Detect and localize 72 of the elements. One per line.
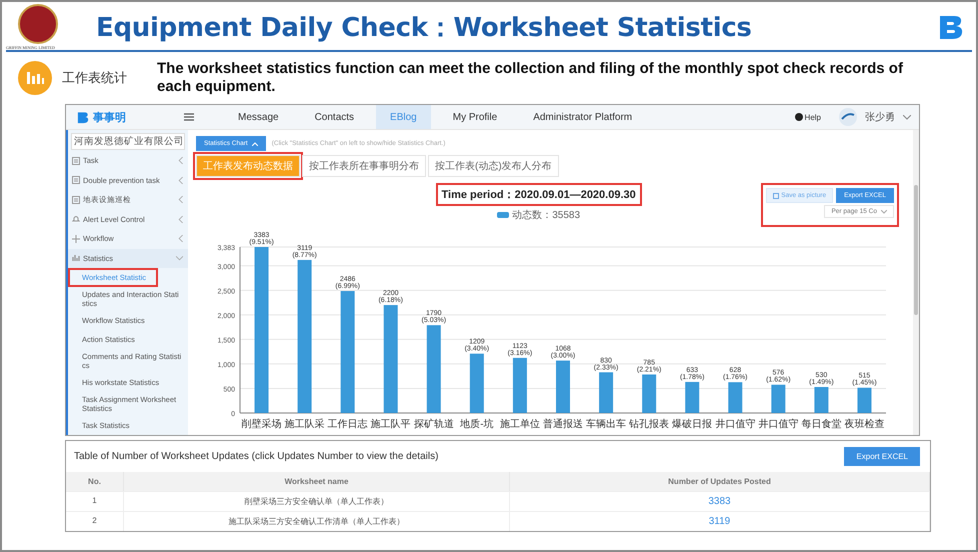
x-category-label: 普通报送	[543, 419, 583, 430]
time-period-title: Time period：2020.09.01—2020.09.30	[436, 183, 642, 206]
chevron-left-icon	[178, 157, 183, 164]
bar-chart-icon	[72, 254, 80, 262]
chart-tab[interactable]: 按工作表所在事事明分布	[302, 155, 426, 177]
chevron-left-icon	[178, 235, 183, 242]
table-cell: 2	[66, 511, 124, 531]
chevron-left-icon	[178, 176, 183, 184]
x-category-label: 施工单位	[500, 419, 540, 430]
table-title: Table of Number of Worksheet Updates (click Updates Number to view the details)	[74, 451, 438, 462]
nav-tab[interactable]: Administrator Platform	[519, 105, 646, 129]
nav-tab[interactable]: Message	[224, 105, 293, 129]
document-icon	[72, 156, 80, 165]
help-link[interactable]: Help	[794, 112, 821, 122]
company-select[interactable]: 河南发恩德矿业有限公司	[71, 133, 185, 150]
table-cell: 削壁采场三方安全确认单（单人工作表）	[124, 491, 510, 511]
column-header: Number of Updates Posted	[510, 472, 930, 491]
bar	[599, 372, 614, 413]
chart-legend: 动态数：35583	[497, 208, 580, 222]
x-category-label: 井口值守	[715, 419, 756, 430]
plus-icon	[72, 234, 80, 243]
x-category-label: 地质-坑	[460, 419, 494, 430]
scrollbar[interactable]	[913, 130, 919, 435]
bar	[556, 360, 570, 413]
company-logo-icon	[18, 4, 58, 44]
x-category-label: 工作日志	[328, 419, 368, 430]
bar-chart-icon	[18, 61, 52, 95]
x-category-label: 钻孔报表	[629, 419, 670, 430]
image-icon	[773, 192, 780, 198]
bar	[470, 354, 484, 413]
nav-tab[interactable]: Contacts	[300, 105, 368, 129]
updates-count-link[interactable]: 3383	[708, 496, 731, 507]
x-category-label: 施工队平	[370, 419, 411, 430]
user-name[interactable]: 张少勇	[865, 110, 895, 124]
section-label: 工作表统计	[62, 69, 127, 87]
slide-title: Equipment Daily Check：Worksheet Statistics	[96, 12, 753, 44]
help-icon	[794, 113, 803, 121]
chevron-down-icon	[176, 256, 183, 261]
chevron-down-icon[interactable]	[903, 114, 911, 120]
x-category-label: 车辆出车	[586, 419, 626, 430]
document-icon	[72, 196, 80, 204]
nav-tab[interactable]: My Profile	[438, 105, 512, 129]
x-category-label: 探矿轨道	[414, 419, 454, 430]
menu-icon[interactable]	[184, 113, 194, 121]
chevron-left-icon	[178, 196, 183, 204]
bar	[814, 387, 828, 413]
description-text: The worksheet statistics function can meet the collection and filing of the monthly spot check records of each equipment.	[157, 60, 904, 96]
chevron-up-icon	[252, 142, 258, 146]
table-cell: 1	[66, 491, 124, 511]
chart-tab[interactable]: 按工作表(动态)发布人分布	[428, 155, 559, 177]
bar	[685, 382, 700, 413]
x-category-label: 井口值守	[758, 419, 798, 430]
bar	[512, 358, 527, 413]
brand-name: 事事明	[93, 110, 126, 124]
bar	[728, 382, 742, 413]
chevron-down-icon	[881, 210, 887, 214]
column-header: Worksheet name	[124, 472, 510, 491]
x-category-label: 夜班检查	[844, 419, 884, 430]
table-cell: 施工队采场三方安全确认工作清单（单人工作表）	[124, 511, 510, 531]
avatar-icon[interactable]	[839, 108, 857, 126]
document-icon	[72, 176, 80, 184]
chevron-left-icon	[178, 216, 183, 223]
bell-icon	[72, 215, 80, 224]
x-category-label: 施工队采	[284, 419, 325, 430]
x-category-label: 爆破日报	[672, 419, 712, 430]
x-category-label: 削壁采场	[242, 419, 282, 430]
bar	[771, 384, 786, 413]
x-category-label: 每日食堂	[801, 419, 842, 430]
bar	[857, 388, 872, 413]
brand-logo-icon	[76, 110, 90, 124]
column-header: No.	[66, 472, 124, 491]
bar	[642, 374, 656, 413]
